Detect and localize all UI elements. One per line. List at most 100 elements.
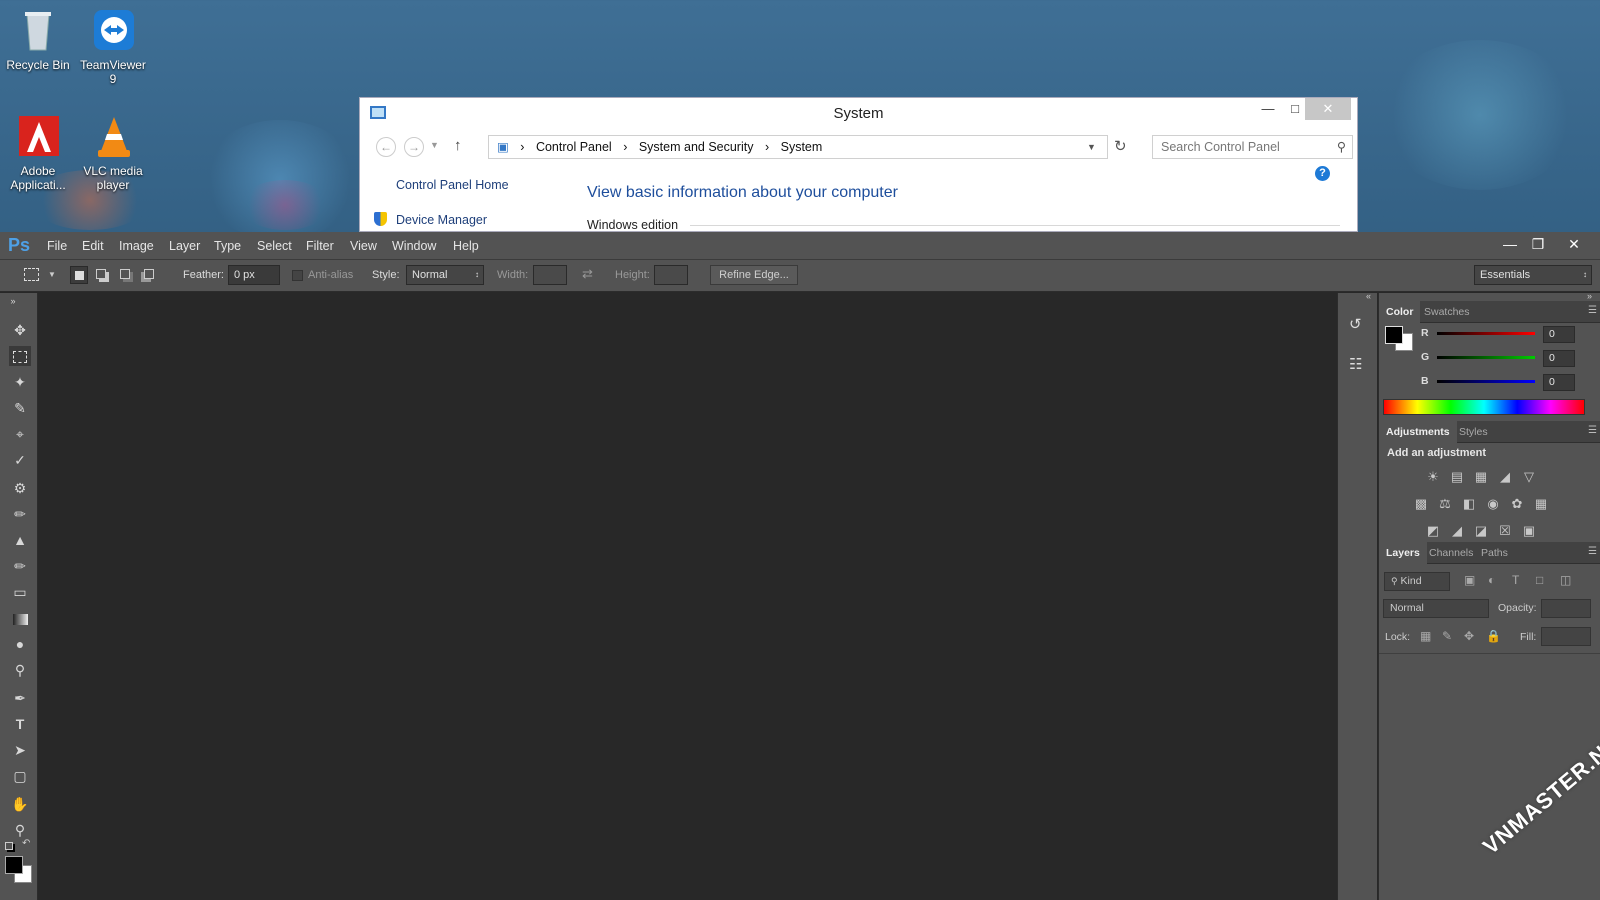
tab-styles[interactable]: Styles <box>1452 421 1495 443</box>
invert-icon[interactable]: ◩ <box>1424 523 1442 539</box>
up-arrow-icon[interactable]: ↑ <box>454 137 462 154</box>
tab-channels[interactable]: Channels <box>1422 542 1480 564</box>
curves-icon[interactable]: ▦ <box>1472 469 1490 485</box>
vibrance-icon[interactable]: ▽ <box>1520 469 1538 485</box>
desktop-icon-teamviewer[interactable]: TeamViewer 9 <box>76 8 150 86</box>
type-tool-icon[interactable]: T <box>9 714 31 734</box>
menu-help[interactable]: Help <box>453 239 479 253</box>
type-layer-filter-icon[interactable]: T <box>1512 573 1519 587</box>
blend-mode-select[interactable]: Normal <box>1383 599 1489 618</box>
eyedropper-tool-icon[interactable]: ✓ <box>9 450 31 470</box>
swap-icon[interactable]: ⇄ <box>582 266 593 282</box>
rectangle-tool-icon[interactable]: ▢ <box>9 766 31 786</box>
move-tool-icon[interactable]: ✥ <box>9 320 31 340</box>
back-button[interactable]: ← <box>376 137 396 157</box>
document-canvas-area[interactable] <box>39 293 1336 900</box>
window-title-bar[interactable]: System — □ ✕ <box>360 98 1357 128</box>
chevron-down-icon[interactable]: ▼ <box>1087 136 1096 158</box>
path-selection-tool-icon[interactable]: ➤ <box>9 740 31 760</box>
help-icon[interactable]: ? <box>1315 166 1330 181</box>
restore-button[interactable]: ❐ <box>1524 234 1552 256</box>
properties-panel-icon[interactable]: ☷ <box>1349 355 1362 373</box>
swap-colors-icon[interactable]: ↶ <box>22 838 30 849</box>
breadcrumb-item[interactable]: System <box>781 140 823 154</box>
antialias-checkbox[interactable] <box>292 270 303 281</box>
dodge-tool-icon[interactable]: ⚲ <box>9 660 31 680</box>
adjustment-layer-filter-icon[interactable]: ◐ <box>1488 573 1495 587</box>
feather-input[interactable]: 0 px <box>228 265 280 285</box>
quick-selection-tool-icon[interactable]: ✎ <box>9 398 31 418</box>
green-slider[interactable] <box>1437 356 1535 359</box>
lock-all-icon[interactable]: 🔒 <box>1486 629 1501 643</box>
blur-tool-icon[interactable]: ● <box>9 634 31 654</box>
forward-button[interactable]: → <box>404 137 424 157</box>
gradient-map-icon[interactable]: ▣ <box>1520 523 1538 539</box>
tab-swatches[interactable]: Swatches <box>1417 301 1477 323</box>
intersect-selection-icon[interactable] <box>144 269 154 279</box>
refine-edge-button[interactable]: Refine Edge... <box>710 265 798 285</box>
minimize-button[interactable]: — <box>1253 98 1283 120</box>
minimize-button[interactable]: — <box>1496 234 1524 256</box>
tab-paths[interactable]: Paths <box>1474 542 1515 564</box>
threshold-icon[interactable]: ◪ <box>1472 523 1490 539</box>
tab-color[interactable]: Color <box>1379 301 1421 323</box>
photo-filter-icon[interactable]: ◉ <box>1484 496 1502 512</box>
zoom-tool-icon[interactable]: ⚲ <box>9 820 31 840</box>
collapse-icon[interactable]: » <box>2 291 24 311</box>
menu-window[interactable]: Window <box>392 239 436 253</box>
breadcrumb-item[interactable]: System and Security <box>639 140 754 154</box>
foreground-color-swatch[interactable] <box>1385 326 1403 344</box>
desktop-icon-vlc[interactable]: VLC media player <box>76 114 150 192</box>
menu-type[interactable]: Type <box>214 239 241 253</box>
healing-brush-tool-icon[interactable]: ⚙ <box>9 478 31 498</box>
history-brush-tool-icon[interactable]: ✏ <box>9 556 31 576</box>
menu-image[interactable]: Image <box>119 239 154 253</box>
refresh-icon[interactable]: ↻ <box>1114 137 1127 155</box>
layer-kind-filter[interactable]: ⚲ Kind <box>1384 572 1450 591</box>
tab-adjustments[interactable]: Adjustments <box>1379 421 1457 443</box>
opacity-input[interactable] <box>1541 599 1591 618</box>
tab-layers[interactable]: Layers <box>1379 542 1427 564</box>
hand-tool-icon[interactable]: ✋ <box>9 794 31 814</box>
blue-slider[interactable] <box>1437 380 1535 383</box>
color-balance-icon[interactable]: ⚖ <box>1436 496 1454 512</box>
marquee-tool-icon[interactable] <box>9 346 31 366</box>
fill-input[interactable] <box>1541 627 1591 646</box>
recent-dropdown-icon[interactable]: ▼ <box>430 140 439 150</box>
shape-layer-filter-icon[interactable]: □ <box>1536 573 1543 587</box>
desktop-icon-adobe[interactable]: Adobe Applicati... <box>1 114 75 192</box>
pixel-layer-filter-icon[interactable]: ▣ <box>1464 573 1475 587</box>
height-input[interactable] <box>654 265 688 285</box>
breadcrumb-item[interactable]: Control Panel <box>536 140 612 154</box>
panel-menu-icon[interactable]: ☰ <box>1588 546 1597 557</box>
chevron-down-icon[interactable]: ▼ <box>48 270 56 279</box>
add-to-selection-icon[interactable] <box>96 269 106 279</box>
new-selection-icon[interactable] <box>70 266 88 284</box>
crop-tool-icon[interactable]: ⌖ <box>9 424 31 444</box>
brightness-contrast-icon[interactable]: ☀ <box>1424 469 1442 485</box>
subtract-from-selection-icon[interactable] <box>120 269 130 279</box>
width-input[interactable] <box>533 265 567 285</box>
menu-view[interactable]: View <box>350 239 377 253</box>
panel-menu-icon[interactable]: ☰ <box>1588 425 1597 436</box>
lock-image-icon[interactable]: ✎ <box>1442 629 1452 643</box>
color-lookup-icon[interactable]: ▦ <box>1532 496 1550 512</box>
default-colors-icon[interactable] <box>5 842 13 850</box>
gradient-tool-icon[interactable] <box>9 608 31 628</box>
exposure-icon[interactable]: ◢ <box>1496 469 1514 485</box>
color-spectrum-bar[interactable] <box>1383 399 1585 415</box>
lock-transparent-icon[interactable]: ▦ <box>1420 629 1431 643</box>
style-select[interactable]: Normal ↕ <box>406 265 484 285</box>
levels-icon[interactable]: ▤ <box>1448 469 1466 485</box>
green-value-input[interactable]: 0 <box>1543 350 1575 367</box>
channel-mixer-icon[interactable]: ✿ <box>1508 496 1526 512</box>
menu-layer[interactable]: Layer <box>169 239 200 253</box>
posterize-icon[interactable]: ◢ <box>1448 523 1466 539</box>
smart-object-filter-icon[interactable]: ◫ <box>1560 573 1571 587</box>
breadcrumb[interactable]: ▣ › Control Panel › System and Security … <box>488 135 1108 159</box>
close-button[interactable]: ✕ <box>1305 98 1351 120</box>
lock-position-icon[interactable]: ✥ <box>1464 629 1474 643</box>
selective-color-icon[interactable]: ☒ <box>1496 523 1514 539</box>
menu-file[interactable]: File <box>47 239 67 253</box>
desktop-icon-recycle-bin[interactable]: Recycle Bin <box>1 8 75 72</box>
